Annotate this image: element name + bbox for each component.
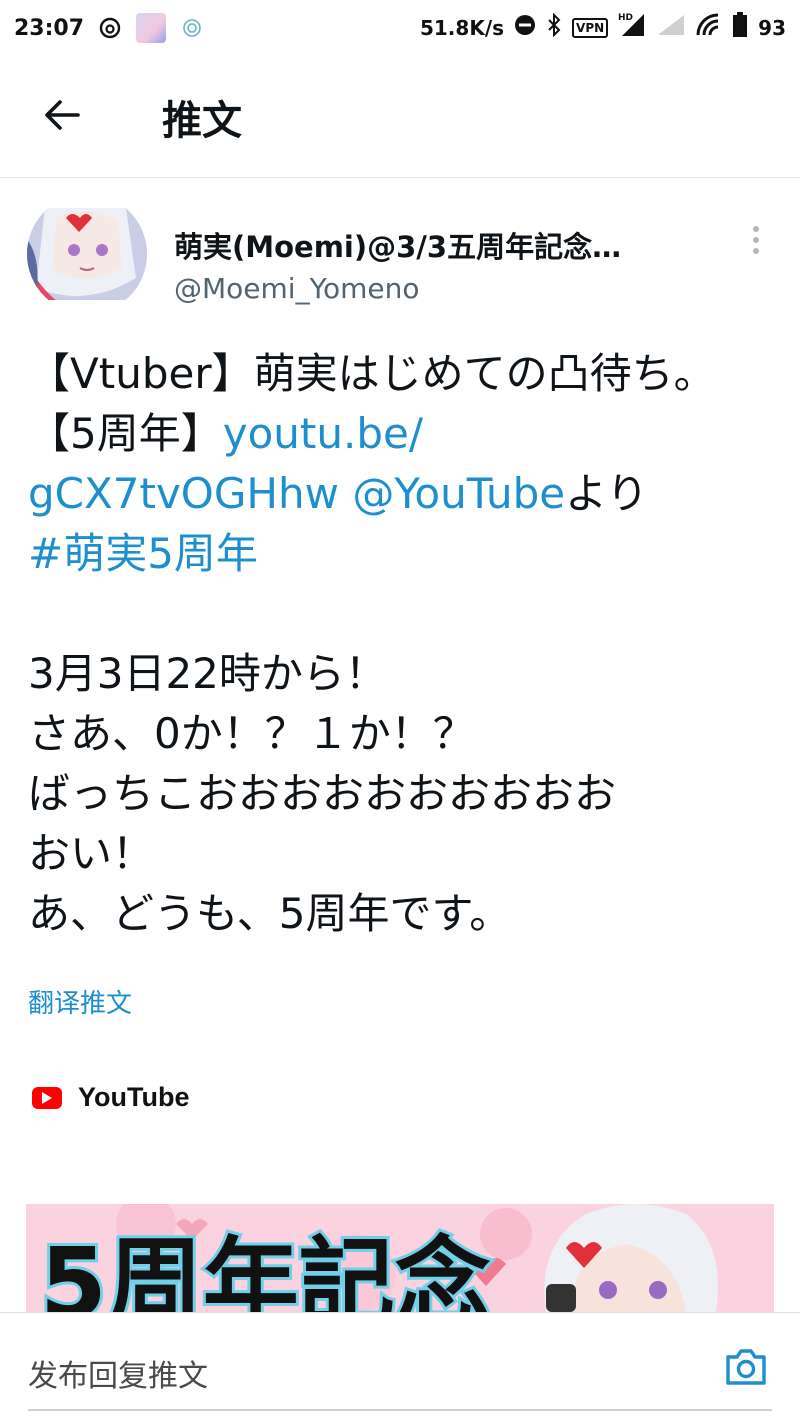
wifi-icon bbox=[696, 13, 722, 43]
signal-weak-icon bbox=[656, 13, 686, 43]
more-options-button[interactable] bbox=[742, 218, 770, 262]
link-card-source[interactable]: YouTube bbox=[32, 1082, 189, 1113]
svg-text:HD: HD bbox=[618, 13, 633, 23]
tweet-text: 【Vtuber】萌実はじめての凸待ち。 【5周年】youtu.be/ gCX7t… bbox=[28, 344, 778, 944]
tweet-line: おい！ bbox=[28, 829, 155, 878]
tweet-line: 【Vtuber】萌実はじめての凸待ち。 bbox=[28, 349, 716, 398]
battery-level: 93 bbox=[758, 16, 786, 40]
youtube-link[interactable]: youtu.be/ bbox=[223, 409, 423, 458]
avatar[interactable] bbox=[26, 208, 148, 300]
signal-icon: HD bbox=[618, 12, 646, 44]
tweet-author: 萌実(Moemi)@3/3五周年記念… @Moemi_Yomeno bbox=[26, 208, 786, 305]
tweet-line: 【5周年】youtu.be/ bbox=[28, 409, 423, 458]
status-bar: 23:07 51.8K/s VPN HD 93 bbox=[0, 0, 800, 56]
wifi-scan-icon bbox=[180, 16, 204, 40]
dnd-icon bbox=[514, 14, 536, 42]
source-name: YouTube bbox=[78, 1082, 190, 1112]
reply-input[interactable]: 发布回复推文 bbox=[28, 1351, 208, 1395]
battery-icon bbox=[732, 12, 748, 44]
network-speed: 51.8K/s bbox=[419, 16, 505, 40]
translate-tweet-link[interactable]: 翻译推文 bbox=[28, 983, 132, 1020]
thumbnail-title: 5周年記念 bbox=[40, 1227, 491, 1312]
more-vertical-icon bbox=[753, 226, 759, 232]
reply-bar: 发布回复推文 bbox=[0, 1312, 800, 1422]
tweet-line: あ、どうも、5周年です。 bbox=[28, 889, 512, 938]
bluetooth-icon bbox=[546, 12, 562, 43]
vpn-icon: VPN bbox=[572, 18, 609, 38]
user-handle[interactable]: @Moemi_Yomeno bbox=[174, 272, 419, 305]
camera-icon[interactable] bbox=[722, 1343, 770, 1391]
link-card-thumbnail[interactable]: 5周年記念 bbox=[26, 1204, 774, 1312]
back-button[interactable] bbox=[32, 87, 92, 147]
tweet-line: さあ、0か！？１か！？ bbox=[28, 709, 475, 758]
tweet-line: ばっちこおおおおおおおおおお bbox=[28, 769, 617, 818]
app-avatar-icon bbox=[136, 13, 167, 43]
youtube-link-continued[interactable]: gCX7tvOGHhw bbox=[28, 469, 339, 518]
mention-youtube[interactable]: @YouTube bbox=[352, 469, 565, 518]
hashtag-link[interactable]: #萌実5周年 bbox=[28, 524, 778, 584]
page-title: 推文 bbox=[162, 97, 242, 144]
netease-music-icon bbox=[98, 16, 122, 40]
display-name[interactable]: 萌実(Moemi)@3/3五周年記念… bbox=[174, 224, 734, 266]
top-app-bar: 推文 bbox=[0, 56, 800, 178]
reply-input-underline bbox=[28, 1409, 772, 1411]
status-time: 23:07 bbox=[14, 15, 85, 41]
arrow-left-icon bbox=[42, 95, 82, 139]
tweet-line: 3月3日22時から！ bbox=[28, 649, 387, 698]
tweet-line: gCX7tvOGHhw @YouTubeより bbox=[28, 469, 649, 518]
youtube-icon bbox=[32, 1086, 62, 1109]
